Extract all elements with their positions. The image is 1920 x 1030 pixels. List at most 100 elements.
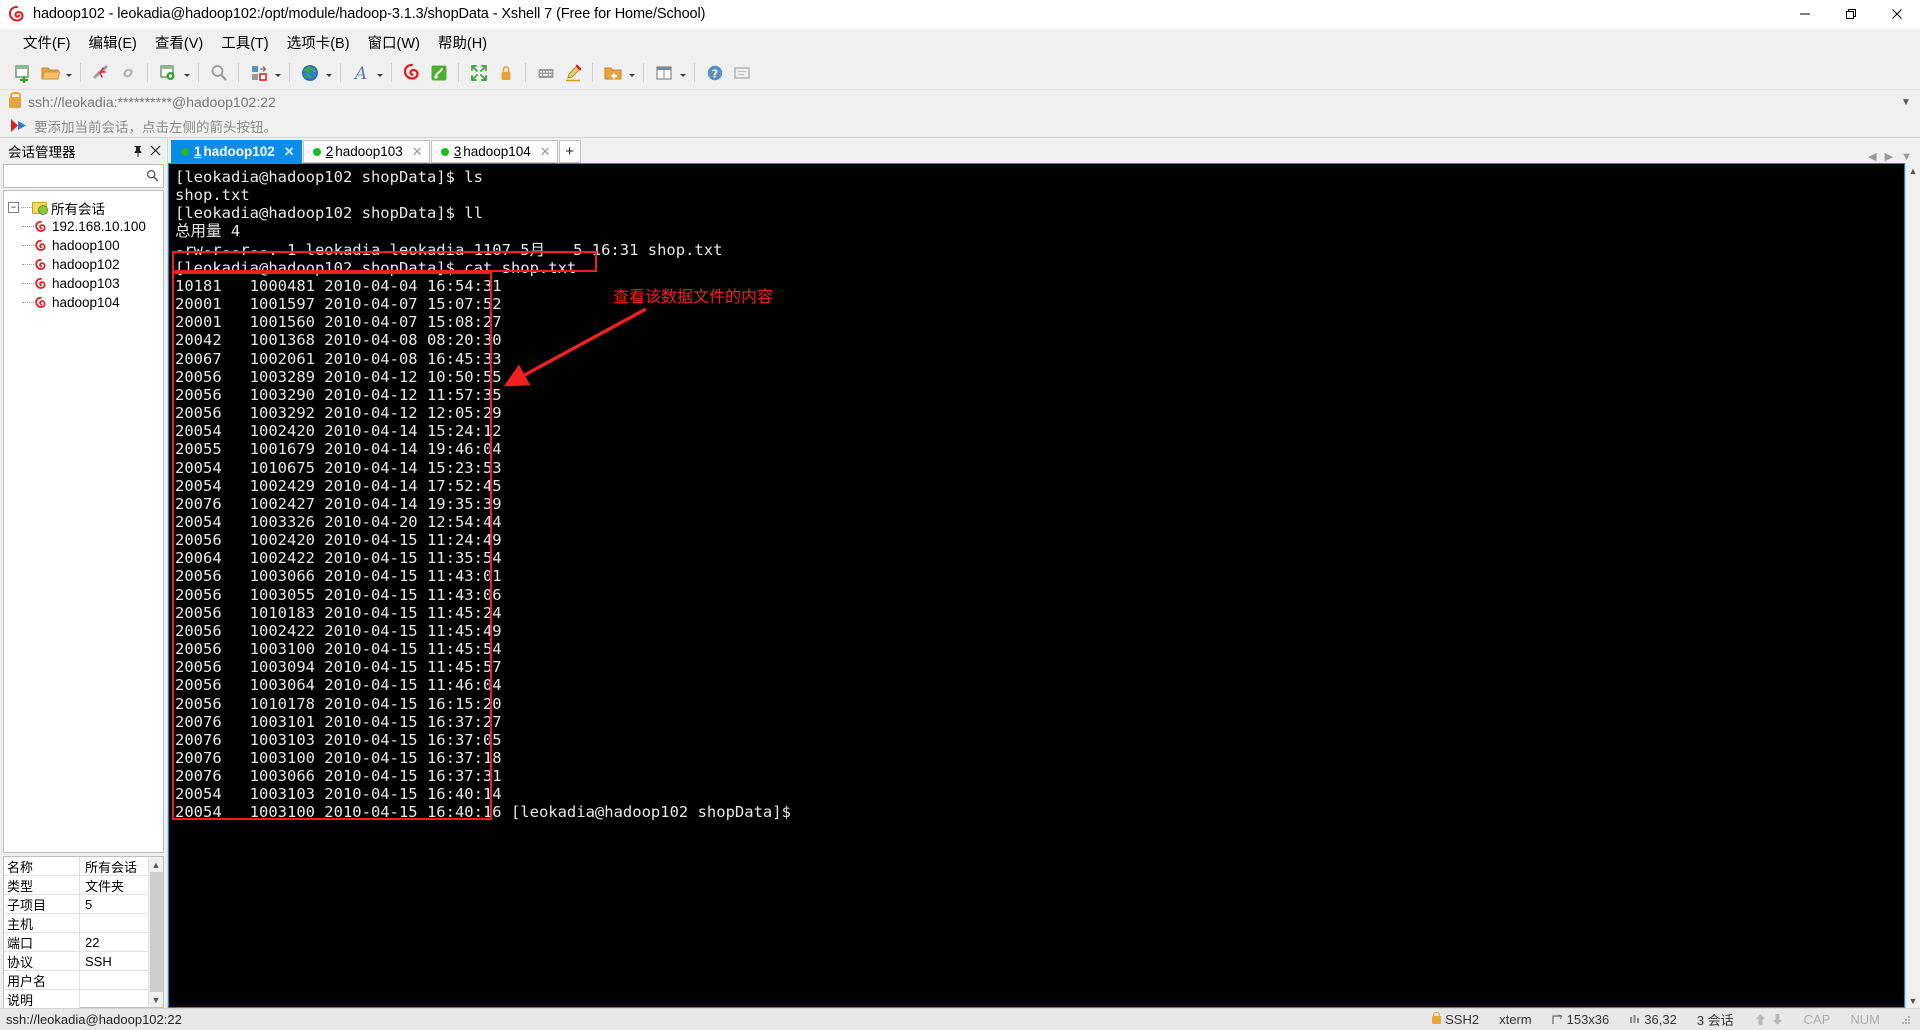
fullscreen-icon[interactable] <box>465 59 492 86</box>
menu-view[interactable]: 查看(V) <box>146 29 212 56</box>
tab-close-icon[interactable]: ✕ <box>284 144 295 160</box>
pin-icon[interactable] <box>130 143 145 159</box>
font-icon[interactable]: A <box>347 59 374 86</box>
session-item-hadoop102[interactable]: hadoop102 <box>4 255 163 274</box>
status-protocol: SSH2 <box>1432 1011 1479 1027</box>
open-folder-icon[interactable] <box>36 59 63 86</box>
globe-icon[interactable] <box>296 59 323 86</box>
open-folder-dropdown-icon[interactable] <box>63 59 74 86</box>
new-session-icon[interactable] <box>9 59 36 86</box>
toolbar-separator <box>80 63 81 82</box>
terminal-output: [leokadia@hadoop102 shopData]$ ls shop.t… <box>175 168 791 822</box>
toolbar-separator <box>289 63 290 82</box>
session-item-hadoop103[interactable]: hadoop103 <box>4 274 163 293</box>
status-cursor: 36,32 <box>1629 1012 1677 1027</box>
addfolder-dropdown-icon[interactable] <box>626 59 637 86</box>
session-item-192-168-10-100[interactable]: 192.168.10.100 <box>4 217 163 236</box>
transfer-icon[interactable] <box>245 59 272 86</box>
toolbar-separator <box>238 63 239 82</box>
compose-icon[interactable] <box>728 59 755 86</box>
find-icon[interactable] <box>205 59 232 86</box>
menu-tabs[interactable]: 选项卡(B) <box>278 29 359 56</box>
keyboard-icon[interactable] <box>532 59 559 86</box>
tree-connector <box>22 245 34 246</box>
property-value: 5 <box>85 896 93 912</box>
tab-label: hadoop103 <box>335 144 403 159</box>
address-dropdown-icon[interactable]: ▼ <box>1896 97 1916 108</box>
layout-dropdown-icon[interactable] <box>677 59 688 86</box>
connection-status-icon <box>181 147 189 156</box>
resize-grip[interactable] <box>1900 1014 1912 1026</box>
xshell-icon[interactable] <box>398 59 425 86</box>
toolbar-separator <box>592 63 593 82</box>
property-key: 子项目 <box>4 895 80 913</box>
globe-dropdown-icon[interactable] <box>323 59 334 86</box>
font-dropdown-icon[interactable] <box>374 59 385 86</box>
highlight-pen-icon[interactable] <box>559 59 586 86</box>
tab-scroll-left-icon[interactable]: ◀ <box>1868 150 1876 163</box>
maximize-button[interactable] <box>1828 0 1874 29</box>
search-icon[interactable] <box>146 169 159 182</box>
help-icon[interactable]: ? <box>701 59 728 86</box>
tab-close-icon[interactable]: ✕ <box>540 144 551 160</box>
menu-edit[interactable]: 编辑(E) <box>80 29 146 56</box>
tab-number: 3 <box>453 144 462 159</box>
minimize-button[interactable] <box>1782 0 1828 29</box>
terminal-panel: 1 hadoop102 ✕ 2 hadoop103 ✕ 3 hadoop104 … <box>168 138 1920 1008</box>
session-item-hadoop100[interactable]: hadoop100 <box>4 236 163 255</box>
property-row: 端口 22 <box>4 933 148 952</box>
disconnect-icon[interactable] <box>87 59 114 86</box>
terminal-screen[interactable]: [leokadia@hadoop102 shopData]$ ls shop.t… <box>168 163 1905 1008</box>
link-icon[interactable] <box>114 59 141 86</box>
tab-hadoop104[interactable]: 3 hadoop104 ✕ <box>430 140 558 163</box>
session-properties-dropdown-icon[interactable] <box>181 59 192 86</box>
properties-scrollbar[interactable]: ▲ ▼ <box>148 857 163 1007</box>
scroll-up-icon[interactable]: ▲ <box>152 857 161 872</box>
toolbar-separator <box>340 63 341 82</box>
menu-tools[interactable]: 工具(T) <box>212 29 278 56</box>
tab-navigation: ◀ ▶ ▼ <box>1868 150 1920 164</box>
scroll-down-icon[interactable]: ▼ <box>1909 993 1918 1008</box>
window-title: hadoop102 - leokadia@hadoop102:/opt/modu… <box>33 6 706 22</box>
tab-strip: 1 hadoop102 ✕ 2 hadoop103 ✕ 3 hadoop104 … <box>168 138 1920 163</box>
close-button[interactable] <box>1874 0 1920 29</box>
session-tree[interactable]: − 所有会话 192.168.10.100 hadoop100 hadoop10… <box>3 190 164 853</box>
menu-help[interactable]: 帮助(H) <box>429 29 496 56</box>
tab-list-menu-icon[interactable]: ▼ <box>1901 151 1912 163</box>
property-key: 主机 <box>4 914 80 932</box>
menu-file[interactable]: 文件(F) <box>14 29 80 56</box>
tree-expander-icon[interactable]: − <box>8 202 19 213</box>
terminal-scrollbar[interactable]: ▲ ▼ <box>1905 163 1920 1008</box>
title-bar: hadoop102 - leokadia@hadoop102:/opt/modu… <box>0 0 1920 29</box>
address-field[interactable]: ssh://leokadia:**********@hadoop102:22 <box>9 90 1896 114</box>
menu-window[interactable]: 窗口(W) <box>359 29 429 56</box>
toolbar-separator <box>147 63 148 82</box>
tree-root-all-sessions[interactable]: − 所有会话 <box>4 198 163 217</box>
session-search-input[interactable] <box>3 164 164 188</box>
lock-icon[interactable] <box>492 59 519 86</box>
download-arrow-icon <box>1772 1014 1782 1025</box>
scrollbar-thumb[interactable] <box>149 872 163 992</box>
xftp-icon[interactable] <box>425 59 452 86</box>
property-key: 名称 <box>4 857 80 875</box>
new-tab-button[interactable]: + <box>558 140 581 163</box>
panel-close-icon[interactable] <box>148 143 163 159</box>
tab-close-icon[interactable]: ✕ <box>412 144 423 160</box>
toolbar-separator <box>694 63 695 82</box>
tab-hadoop103[interactable]: 2 hadoop103 ✕ <box>302 140 430 163</box>
scroll-down-icon[interactable]: ▼ <box>152 992 161 1007</box>
tab-hadoop102[interactable]: 1 hadoop102 ✕ <box>171 140 302 163</box>
layout-icon[interactable] <box>650 59 677 86</box>
tab-scroll-right-icon[interactable]: ▶ <box>1885 150 1893 163</box>
tree-connector <box>22 264 34 265</box>
cursor-position-icon <box>1630 1015 1640 1023</box>
status-size-label: 153x36 <box>1566 1012 1610 1027</box>
scrollbar-track[interactable] <box>1905 178 1920 993</box>
addfolder-icon[interactable] <box>599 59 626 86</box>
address-lock-icon <box>9 91 21 108</box>
transfer-dropdown-icon[interactable] <box>272 59 283 86</box>
session-item-hadoop104[interactable]: hadoop104 <box>4 293 163 312</box>
session-properties-icon[interactable] <box>154 59 181 86</box>
scroll-up-icon[interactable]: ▲ <box>1909 163 1918 178</box>
session-manager-header: 会话管理器 <box>0 138 167 163</box>
